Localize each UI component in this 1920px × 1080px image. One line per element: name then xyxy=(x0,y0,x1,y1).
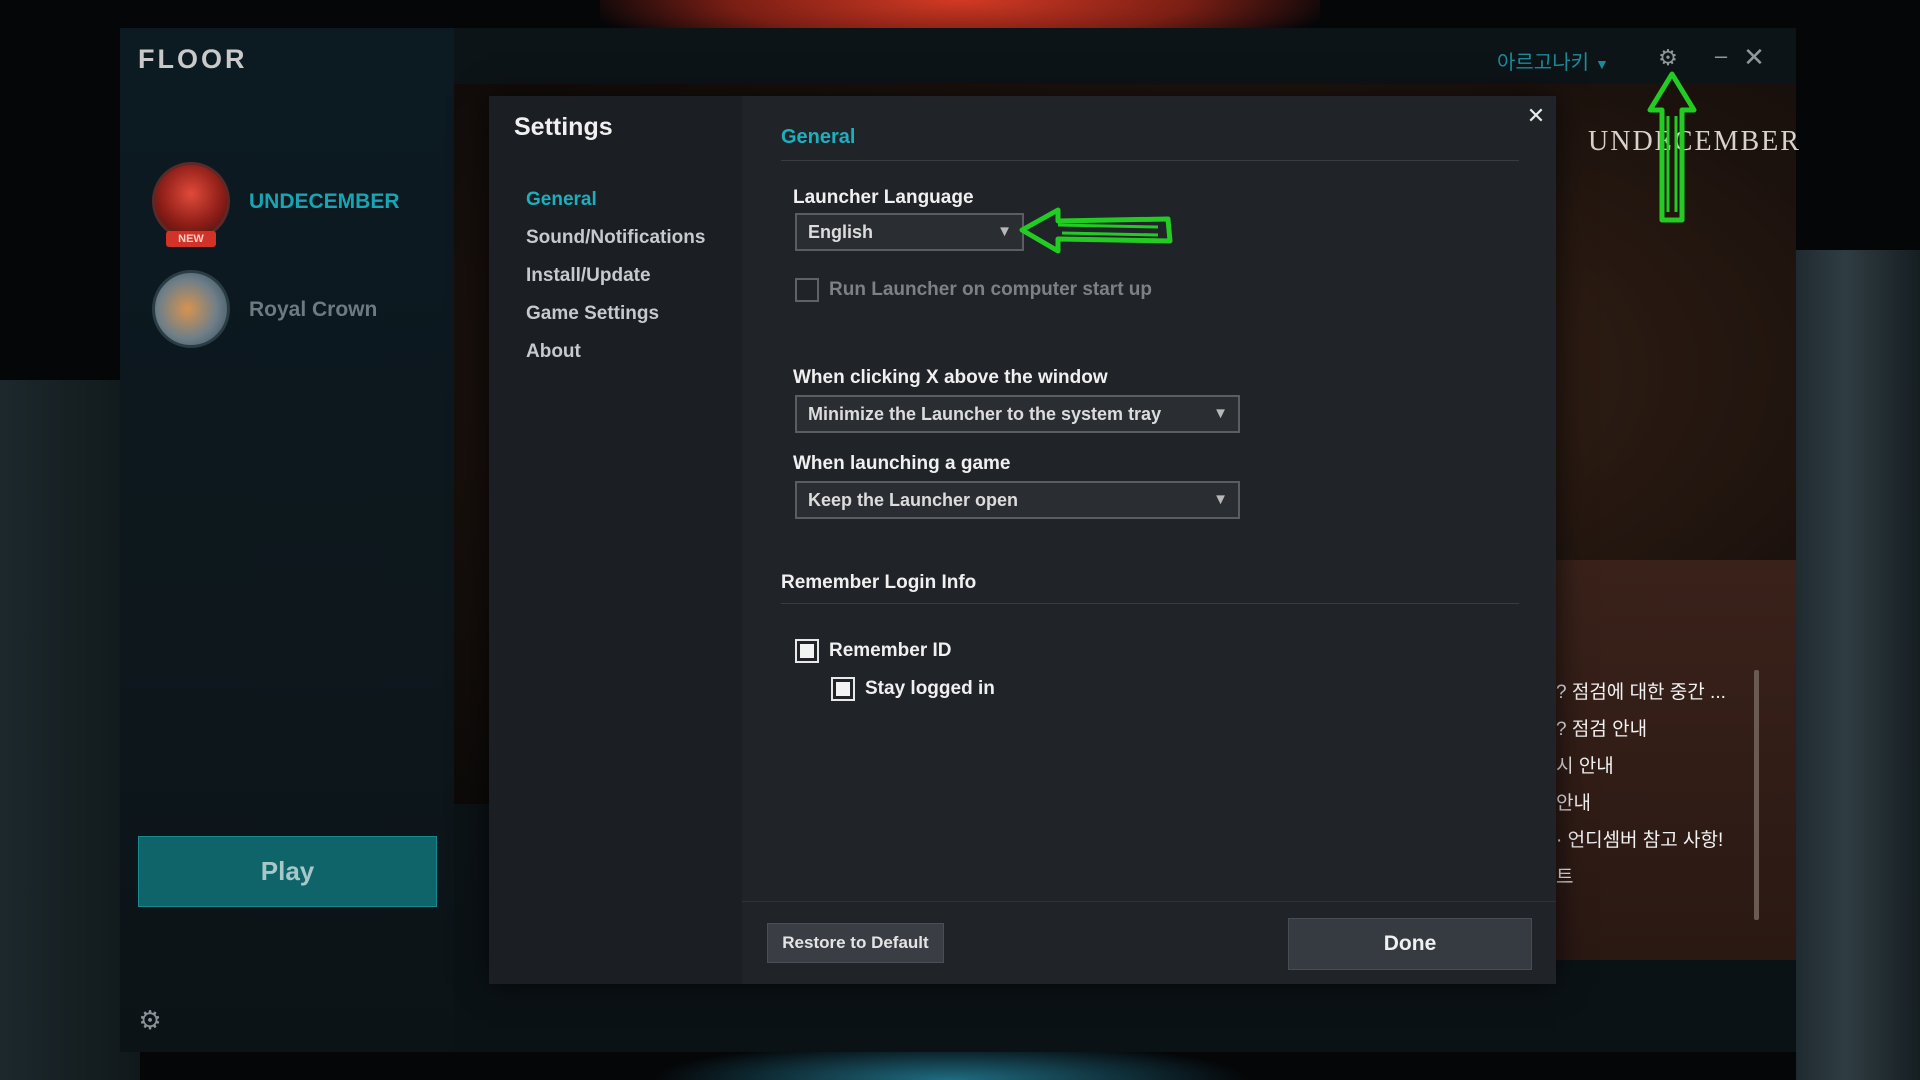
on-launch-label: When launching a game xyxy=(793,453,1011,474)
news-item[interactable]: 시 안내 xyxy=(1556,751,1614,778)
nav-item-game-settings[interactable]: Game Settings xyxy=(526,303,659,325)
news-item[interactable]: 트 xyxy=(1556,862,1573,889)
nav-item-general[interactable]: General xyxy=(526,189,597,211)
nav-item-about[interactable]: About xyxy=(526,341,581,363)
user-menu[interactable]: 아르고나키 ▼ xyxy=(1497,46,1609,75)
news-item[interactable]: ? 점검 안내 xyxy=(1556,714,1647,741)
divider xyxy=(781,160,1519,161)
remember-id-label: Remember ID xyxy=(829,640,952,661)
annotation-arrow-up-icon xyxy=(1647,71,1697,223)
game-avatar-royal-crown[interactable] xyxy=(152,270,230,348)
gear-icon[interactable]: ⚙ xyxy=(136,1006,164,1034)
select-value: Minimize the Launcher to the system tray xyxy=(808,404,1162,424)
done-button[interactable]: Done xyxy=(1288,918,1532,970)
launcher-language-select[interactable]: English ▼ xyxy=(795,213,1024,251)
remember-id-checkbox[interactable] xyxy=(795,639,819,663)
news-item[interactable]: · 언디셈버 참고 사항! xyxy=(1556,825,1723,852)
new-badge: NEW xyxy=(166,231,216,247)
launcher-language-label: Launcher Language xyxy=(793,187,974,208)
restore-default-button[interactable]: Restore to Default xyxy=(767,923,944,963)
nav-item-install-update[interactable]: Install/Update xyxy=(526,265,651,287)
select-value: Keep the Launcher open xyxy=(808,490,1019,510)
nav-item-sound-notifications[interactable]: Sound/Notifications xyxy=(526,227,705,249)
dialog-title: Settings xyxy=(514,113,613,141)
game-item-undecember[interactable]: UNDECEMBER xyxy=(249,190,400,214)
section-title-general: General xyxy=(781,126,856,148)
background-side-left xyxy=(0,380,140,1080)
on-close-select[interactable]: Minimize the Launcher to the system tray… xyxy=(795,395,1240,433)
news-item[interactable]: 안내 xyxy=(1556,788,1591,815)
game-avatar-undecember[interactable] xyxy=(152,162,230,240)
background-side-right xyxy=(1796,250,1920,1080)
annotation-arrow-left-icon xyxy=(1019,207,1173,254)
stay-logged-in-label: Stay logged in xyxy=(865,678,995,699)
caret-down-icon: ▼ xyxy=(1213,405,1228,422)
user-name: 아르고나키 xyxy=(1497,52,1589,74)
select-value: English xyxy=(808,222,874,242)
gear-icon[interactable]: ⚙ xyxy=(1656,46,1680,70)
caret-down-icon: ▼ xyxy=(1213,491,1228,508)
news-item[interactable]: ? 점검에 대한 중간 ... xyxy=(1556,677,1726,704)
section-title-login: Remember Login Info xyxy=(781,572,977,593)
launcher-logo: FLOOR xyxy=(138,44,248,74)
minimize-icon[interactable]: – xyxy=(1710,45,1732,70)
on-launch-select[interactable]: Keep the Launcher open ▼ xyxy=(795,481,1240,519)
run-on-startup-label: Run Launcher on computer start up xyxy=(829,279,1153,300)
close-icon[interactable]: ✕ xyxy=(1525,105,1547,127)
news-scrollbar[interactable] xyxy=(1754,670,1759,920)
divider xyxy=(781,603,1519,604)
stay-logged-in-checkbox[interactable] xyxy=(831,677,855,701)
caret-down-icon: ▼ xyxy=(997,223,1012,240)
close-icon[interactable]: ✕ xyxy=(1742,44,1766,70)
run-on-startup-checkbox[interactable] xyxy=(795,278,819,302)
game-item-royal-crown[interactable]: Royal Crown xyxy=(249,298,377,322)
chevron-down-icon: ▼ xyxy=(1595,56,1609,72)
play-button[interactable]: Play xyxy=(138,836,437,907)
on-close-label: When clicking X above the window xyxy=(793,367,1108,388)
